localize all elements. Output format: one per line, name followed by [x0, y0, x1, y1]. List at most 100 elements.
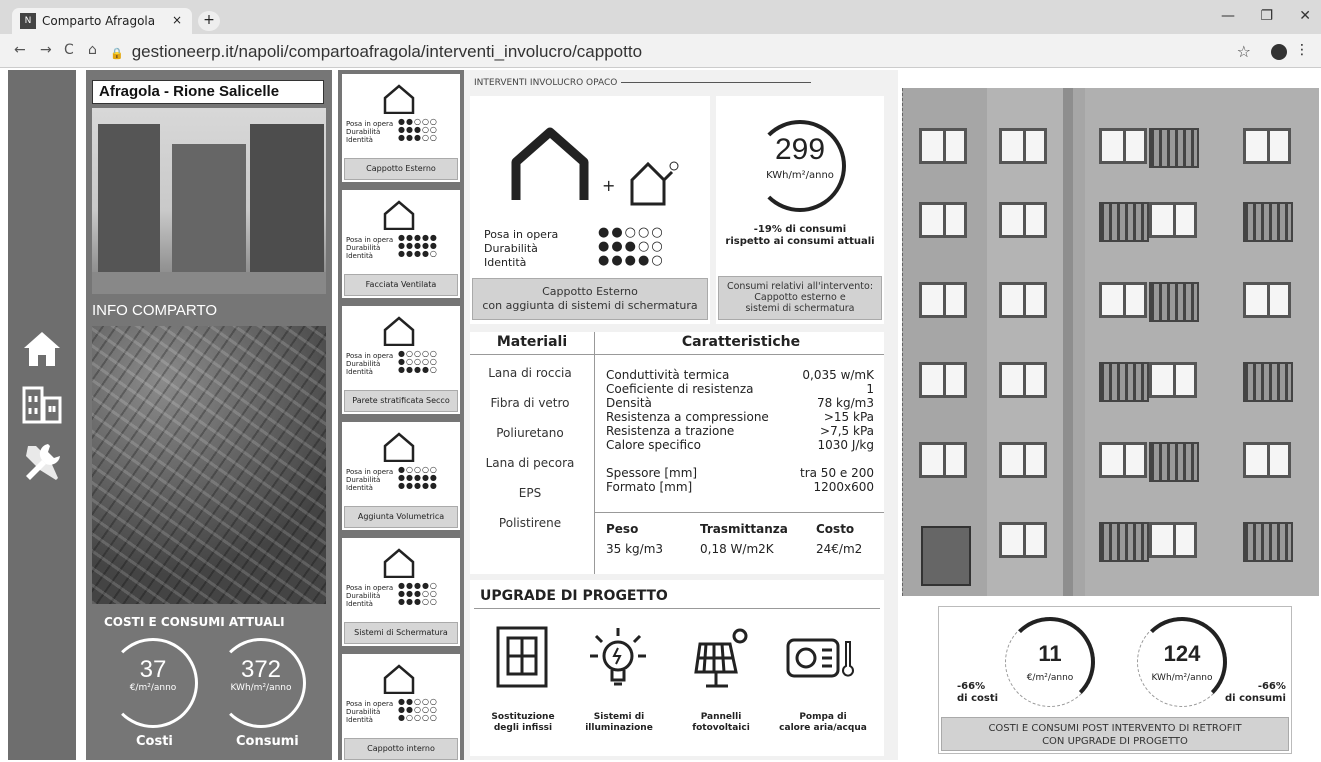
entrance-door	[921, 526, 971, 586]
menu-dots-icon[interactable]: ⋮	[1295, 42, 1309, 58]
info-title: INFO COMPARTO	[92, 302, 218, 319]
option-label[interactable]: Cappotto interno	[344, 738, 458, 760]
upgrade-label: Pompa di calore aria/acqua	[779, 712, 867, 733]
intervention-consumption-unit: KWh/m²/anno	[766, 170, 834, 181]
option-card[interactable]: Posa in opera Durabilità Identità ●●●●● ●●●●…	[342, 190, 460, 298]
close-window-button[interactable]: ✕	[1299, 8, 1311, 24]
left-panel: Afragola - Rione Salicelle INFO COMPARTO…	[86, 70, 332, 760]
trasmittanza-value: 0,18 W/m2K	[700, 542, 774, 556]
costo-header: Costo	[816, 522, 855, 536]
material-item[interactable]: EPS	[470, 486, 590, 500]
tools-icon[interactable]	[18, 440, 66, 488]
tab-close-icon[interactable]: ×	[172, 13, 182, 27]
option-card[interactable]: Posa in opera Durabilità Identità ●○○○○ ●○○○…	[342, 306, 460, 414]
post-retrofit-label: COSTI E CONSUMI POST INTERVENTO DI RETRO…	[941, 717, 1289, 751]
title-bar: N Comparto Afragola × + — ❐ ✕	[0, 0, 1321, 34]
material-item[interactable]: Lana di roccia	[470, 366, 590, 380]
option-card[interactable]: Posa in opera Durabilità Identità ●●●●○ ●●●○…	[342, 538, 460, 646]
post-consumption-unit: KWh/m²/anno	[1151, 673, 1213, 683]
facade-window	[1099, 202, 1149, 242]
facade-render	[902, 88, 1319, 596]
new-tab-button[interactable]: +	[198, 11, 220, 31]
option-row-labels: Posa in opera Durabilità Identità	[346, 468, 394, 492]
option-label[interactable]: Aggiunta Volumetrica	[344, 506, 458, 528]
home-icon[interactable]	[18, 326, 66, 374]
facade-window	[999, 522, 1047, 558]
main-panel: INTERVENTI INVOLUCRO OPACO + Posa in ope…	[464, 70, 898, 760]
upgrade-label: Sistemi di illuminazione	[585, 712, 653, 733]
browser-tab[interactable]: N Comparto Afragola ×	[12, 8, 192, 34]
facade-window	[919, 362, 967, 398]
option-dots: ●○○○○ ●●●●● ●●●●●	[398, 465, 438, 490]
home-page-icon[interactable]: ⌂	[88, 42, 97, 58]
facade-window	[1243, 128, 1291, 164]
facade-window	[919, 442, 967, 478]
facade-window	[999, 282, 1047, 318]
post-consumption-value: 124	[1163, 641, 1201, 666]
facade-window	[1243, 362, 1293, 402]
option-label[interactable]: Facciata Ventilata	[344, 274, 458, 296]
forward-icon[interactable]: →	[40, 42, 52, 58]
upgrade-label: Sostituzione degli infissi	[491, 712, 555, 733]
heat-pump-icon[interactable]	[786, 624, 854, 694]
consumption-card: 299 KWh/m²/anno -19% di consumi rispetto…	[716, 96, 884, 324]
consumption-label: Consumi	[236, 734, 299, 749]
facade-window	[999, 128, 1047, 164]
facade-window	[1243, 522, 1293, 562]
facade-window	[919, 128, 967, 164]
option-card[interactable]: Posa in opera Durabilità Identità ●○○○○ ●●●●…	[342, 422, 460, 530]
consumption-value: 372	[240, 656, 282, 683]
bookmark-star-icon[interactable]: ☆	[1237, 42, 1251, 61]
facade-window	[1149, 282, 1199, 322]
costo-value: 24€/m2	[816, 542, 863, 556]
option-dots: ●●○○○ ●●●○○ ●●●○○	[398, 117, 438, 142]
minimize-button[interactable]: —	[1221, 8, 1235, 24]
material-item[interactable]: Lana di pecora	[470, 456, 590, 470]
solar-panel-icon[interactable]	[692, 624, 752, 694]
upgrade-card: UPGRADE DI PROGETTO Sostituzione degli i…	[470, 580, 884, 756]
option-dots: ●●●●● ●●●●● ●●●●○	[398, 233, 438, 258]
post-cost-unit: €/m²/anno	[1026, 673, 1074, 683]
consumption-delta: -19% di consumi rispetto ai consumi attu…	[725, 224, 875, 247]
option-row-labels: Posa in opera Durabilità Identità	[346, 700, 394, 724]
profile-avatar[interactable]	[1271, 44, 1287, 60]
house-icon	[383, 664, 415, 694]
option-row-labels: Posa in opera Durabilità Identità	[346, 584, 394, 608]
sidebar	[8, 70, 76, 760]
buildings-icon[interactable]	[18, 382, 66, 430]
peso-value: 35 kg/m3	[606, 542, 664, 556]
material-item[interactable]: Poliuretano	[470, 426, 590, 440]
current-costs-title: COSTI E CONSUMI ATTUALI	[104, 615, 285, 629]
options-panel: Posa in opera Durabilità Identità ●●○○○ ●●●○…	[338, 70, 464, 762]
lightbulb-icon[interactable]	[588, 624, 648, 694]
option-card[interactable]: Posa in opera Durabilità Identità ●●○○○ ●●○○…	[342, 654, 460, 762]
back-icon[interactable]: ←	[14, 42, 26, 58]
properties-list: Conduttività termica 0,035 w/mK Coeficien…	[606, 368, 874, 494]
facade-window	[999, 442, 1047, 478]
option-dots: ●○○○○ ●○○○○ ●●●●○	[398, 349, 438, 374]
maximize-button[interactable]: ❐	[1260, 8, 1273, 24]
url-field[interactable]: 🔒 gestioneerp.it/napoli/compartoafragola/…	[110, 42, 642, 62]
house-icon	[383, 432, 415, 462]
material-item[interactable]: Fibra di vetro	[470, 396, 590, 410]
material-item[interactable]: Polistirene	[470, 516, 590, 530]
option-label[interactable]: Sistemi di Schermatura	[344, 622, 458, 644]
option-label[interactable]: Cappotto Esterno	[344, 158, 458, 180]
cost-gauge: 37 €/m²/anno	[108, 638, 198, 728]
consumption-unit: KWh/m²/anno	[230, 683, 292, 693]
facade-window	[999, 202, 1047, 238]
intervention-card: + Posa in opera Durabilità Identità ●●○○…	[470, 96, 710, 324]
consumption-gauge: 372 KWh/m²/anno	[216, 638, 306, 728]
section-title: INTERVENTI INVOLUCRO OPACO	[474, 78, 812, 88]
intervention-label[interactable]: Cappotto Esterno con aggiunta di sistemi…	[472, 278, 708, 320]
option-dots: ●●○○○ ●●○○○ ●○○○○	[398, 697, 438, 722]
facade-window	[1149, 442, 1199, 482]
post-cost-value: 11	[1038, 641, 1062, 666]
facade-window	[1099, 282, 1147, 318]
option-label[interactable]: Parete stratificata Secco	[344, 390, 458, 412]
facade-window	[1243, 442, 1291, 478]
materials-header: Materiali	[496, 334, 568, 350]
option-card[interactable]: Posa in opera Durabilità Identità ●●○○○ ●●●○…	[342, 74, 460, 182]
window-frame-icon[interactable]	[492, 624, 552, 694]
reload-icon[interactable]: C	[64, 42, 74, 58]
